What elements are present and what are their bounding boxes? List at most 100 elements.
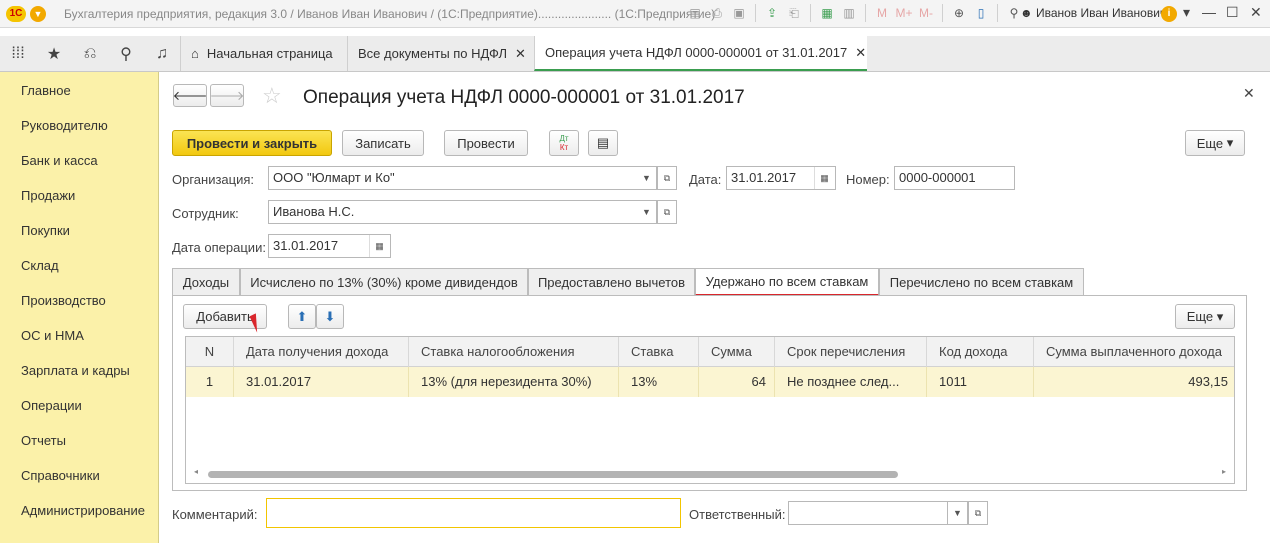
column-header[interactable]: Сумма [699,337,775,367]
m-minus-icon[interactable]: M- [917,4,935,22]
preview-icon[interactable]: ▣ [730,4,748,22]
withheld-table[interactable]: N Дата получения дохода Ставка налогообл… [185,336,1235,484]
upload-icon[interactable]: ⇪ [763,4,781,22]
report-icon[interactable]: ▤ [588,130,618,156]
tab-income[interactable]: Доходы [172,268,240,296]
info-icon[interactable]: i [1161,6,1177,22]
sidebar-item-main[interactable]: Главное [21,83,71,98]
sidebar-item-production[interactable]: Производство [21,293,106,308]
kt-label: Кт [559,143,569,152]
sidebar-item-manager[interactable]: Руководителю [21,118,108,133]
scrollbar-thumb[interactable] [208,471,898,478]
table-cell: 13% [619,367,699,397]
employee-open-icon[interactable]: ⧉ [657,200,677,224]
move-down-icon[interactable]: ⬇ [316,304,344,329]
responsible-open-icon[interactable]: ⧉ [968,501,988,525]
document-form: 🡐 🡒 ☆ Операция учета НДФЛ 0000-000001 от… [160,72,1270,543]
close-form-icon[interactable]: ✕ [1243,85,1255,102]
table-cell: 1011 [927,367,1034,397]
number-field[interactable]: 0000-000001 [894,166,1015,190]
column-header[interactable]: Ставка [619,337,699,367]
back-button[interactable]: 🡐 [173,84,207,107]
sidebar-item-purchases[interactable]: Покупки [21,223,70,238]
tab-calculated[interactable]: Исчислено по 13% (30%) кроме дивидендов [240,268,528,296]
save-icon[interactable]: ▤ [686,4,704,22]
post-and-close-button[interactable]: Провести и закрыть [172,130,332,156]
zoom-icon[interactable]: ⊕ [950,4,968,22]
minimize-icon[interactable]: — [1202,4,1216,20]
column-header[interactable]: Сумма выплаченного дохода [1034,337,1234,367]
history-icon[interactable]: ⎌ [72,36,108,71]
tab-ndfl-operation[interactable]: Операция учета НДФЛ 0000-000001 от 31.01… [534,36,867,71]
sidebar-item-sales[interactable]: Продажи [21,188,75,203]
employee-field[interactable]: Иванова Н.С. [268,200,638,224]
column-header[interactable]: N [186,337,234,367]
sidebar-item-admin[interactable]: Администрирование [21,503,145,518]
organization-dropdown-icon[interactable]: ▼ [637,166,657,190]
calendar-icon[interactable]: ▥ [840,4,858,22]
operation-date-calendar-icon[interactable]: ▦ [369,235,389,257]
scroll-left-icon[interactable]: ◂ [194,467,198,476]
table-row[interactable]: 1 31.01.2017 13% (для нерезидента 30%) 1… [186,367,1234,397]
toolbar-separator [942,4,943,22]
tab-home[interactable]: ⌂ Начальная страница [180,36,347,71]
sidebar-item-assets[interactable]: ОС и НМА [21,328,84,343]
operation-date-label: Дата операции: [172,240,266,255]
tab-withheld[interactable]: Удержано по всем ставкам [695,268,879,296]
print-icon[interactable]: ⎙ [708,4,726,22]
close-window-icon[interactable]: ✕ [1250,4,1262,21]
column-header[interactable]: Дата получения дохода [234,337,409,367]
m-plus-icon[interactable]: M+ [895,4,913,22]
apps-grid-icon[interactable]: ⁞⁞⁞ [0,36,36,71]
main-menu-icon[interactable]: ▼ [30,5,46,22]
column-header[interactable]: Ставка налогообложения [409,337,619,367]
tab-transferred[interactable]: Перечислено по всем ставкам [879,268,1084,296]
horizontal-scrollbar[interactable]: ◂ ▸ [194,467,1226,479]
m-icon[interactable]: M [873,4,891,22]
sidebar-item-catalogs[interactable]: Справочники [21,468,100,483]
column-header[interactable]: Срок перечисления [775,337,927,367]
current-user[interactable]: ☻ Иванов Иван Иванович [1020,6,1166,20]
dropdown-icon[interactable]: ▾ [1183,4,1190,21]
notifications-bell-icon[interactable]: ♫ [144,36,180,71]
favorite-star-icon[interactable]: ☆ [262,83,282,109]
sidebar-item-bank[interactable]: Банк и касса [21,153,98,168]
move-up-icon[interactable]: ⬆ [288,304,316,329]
favorites-star-icon[interactable]: ★ [36,36,72,71]
dt-kt-icon[interactable]: Дт Кт [549,130,579,156]
sidebar-item-reports[interactable]: Отчеты [21,433,66,448]
search-icon[interactable]: ⚲ [108,36,144,71]
toolbar-separator [755,4,756,22]
table-cell: 493,15 [1188,374,1228,389]
comment-field[interactable] [266,498,681,528]
table-more-button[interactable]: Еще ▾ [1175,304,1235,329]
sidebar-item-salary[interactable]: Зарплата и кадры [21,363,130,378]
responsible-dropdown-icon[interactable]: ▼ [948,501,968,525]
panel-icon[interactable]: ▯ [972,4,990,22]
maximize-icon[interactable]: ☐ [1226,4,1239,21]
print2-icon[interactable]: ⎗ [785,4,803,22]
more-button[interactable]: Еще ▾ [1185,130,1245,156]
tab-deductions[interactable]: Предоставлено вычетов [528,268,695,296]
sidebar-item-warehouse[interactable]: Склад [21,258,59,273]
calculator-icon[interactable]: ▦ [818,4,836,22]
home-icon: ⌂ [191,46,199,61]
date-calendar-icon[interactable]: ▦ [814,167,834,189]
tab-all-ndfl-docs[interactable]: Все документы по НДФЛ ✕ [347,36,534,71]
responsible-field[interactable] [788,501,948,525]
number-label: Номер: [846,172,890,187]
close-tab-icon[interactable]: ✕ [515,46,526,62]
table-cell: 13% (для нерезидента 30%) [409,367,619,397]
1c-logo: 1С [6,5,26,22]
scroll-right-icon[interactable]: ▸ [1222,467,1226,476]
organization-field[interactable]: ООО "Юлмарт и Ко" [268,166,638,190]
close-tab-icon[interactable]: ✕ [855,45,866,61]
post-button[interactable]: Провести [444,130,528,156]
table-more-label: Еще [1186,309,1214,324]
organization-open-icon[interactable]: ⧉ [657,166,677,190]
column-header[interactable]: Код дохода [927,337,1034,367]
forward-button[interactable]: 🡒 [210,84,244,107]
employee-dropdown-icon[interactable]: ▼ [637,200,657,224]
save-button[interactable]: Записать [342,130,424,156]
sidebar-item-operations[interactable]: Операции [21,398,82,413]
